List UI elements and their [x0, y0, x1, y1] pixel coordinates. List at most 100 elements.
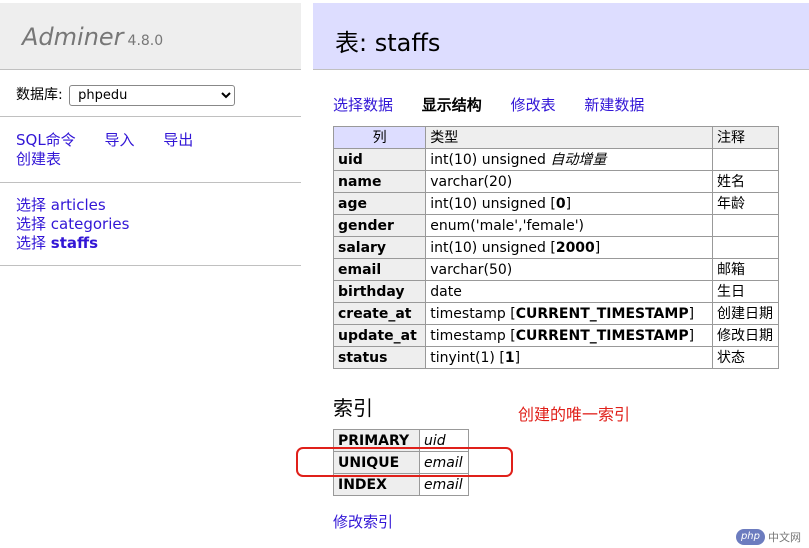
column-type-text: date [430, 283, 462, 300]
tables-list: 选择 articles 选择 categories 选择 staffs [16, 196, 129, 253]
database-select[interactable]: phpedu [69, 84, 236, 106]
column-comment: 姓名 [712, 170, 779, 193]
column-type: int(10) unsigned 自动增量 [425, 148, 713, 171]
app-version: 4.8.0 [127, 33, 164, 49]
alter-indexes-link[interactable]: 修改索引 [333, 511, 393, 532]
column-comment: 生日 [712, 280, 779, 303]
app-header: Adminer 4.8.0 [0, 3, 301, 70]
column-name: gender [332, 214, 427, 237]
column-comment [712, 236, 779, 259]
export-link[interactable]: 导出 [163, 131, 193, 149]
column-type-text: varchar(20) [430, 173, 513, 190]
column-comment: 修改日期 [712, 324, 779, 347]
divider [0, 116, 301, 117]
divider [0, 265, 301, 266]
watermark-text: 中文网 [768, 531, 801, 544]
column-type-text: enum('male','female') [430, 217, 585, 234]
divider [0, 182, 301, 183]
structure-table: 列 类型 注释 uid int(10) unsigned 自动增量 name varc… [332, 126, 779, 369]
column-name: create_at [332, 302, 427, 325]
indexes-heading: 索引 [333, 396, 373, 420]
table-actions: 选择数据 显示结构 修改表 新建数据 [333, 94, 668, 115]
column-type-text: tinyint(1) [430, 349, 495, 366]
table-header-row: 列 类型 注释 [332, 126, 779, 149]
column-type: varchar(50) [425, 258, 713, 281]
content-header: 表: staffs [313, 3, 809, 70]
column-type-text: timestamp [430, 305, 506, 322]
page-title: 表: staffs [335, 29, 441, 57]
new-item-link[interactable]: 新建数据 [584, 96, 644, 114]
column-type-text: int(10) unsigned [430, 151, 546, 168]
database-label: 数据库: [16, 87, 63, 103]
column-name: update_at [332, 324, 427, 347]
table-row: status tinyint(1) [1] 状态 [332, 346, 779, 369]
table-row: age int(10) unsigned [0] 年龄 [332, 192, 779, 215]
table-row: birthday date 生日 [332, 280, 779, 303]
select-staffs-link[interactable]: 选择 [16, 234, 46, 252]
table-row: salary int(10) unsigned [2000] [332, 236, 779, 259]
table-nav-item: 选择 staffs [16, 234, 129, 253]
column-name: salary [332, 236, 427, 259]
table-row: update_at timestamp [CURRENT_TIMESTAMP] 修改… [332, 324, 779, 347]
table-staffs-link[interactable]: staffs [51, 234, 98, 252]
show-structure-link[interactable]: 显示结构 [422, 96, 482, 114]
column-type: tinyint(1) [1] [425, 346, 713, 369]
column-name: name [332, 170, 427, 193]
table-nav-item: 选择 articles [16, 196, 129, 215]
column-comment: 年龄 [712, 192, 779, 215]
select-categories-link[interactable]: 选择 [16, 215, 46, 233]
unique-index-annotation: 创建的唯一索引 [518, 405, 631, 424]
column-default: 0 [555, 195, 566, 212]
select-articles-link[interactable]: 选择 [16, 196, 46, 214]
column-default: 2000 [555, 239, 595, 256]
column-type: date [425, 280, 713, 303]
column-comment: 邮箱 [712, 258, 779, 281]
app-name-link[interactable]: Adminer [22, 23, 124, 51]
select-data-link[interactable]: 选择数据 [333, 96, 393, 114]
column-type: int(10) unsigned [2000] [425, 236, 713, 259]
table-staffs-label: staffs [50, 234, 99, 252]
column-header: 列 [332, 126, 427, 149]
table-nav-item: 选择 categories [16, 215, 129, 234]
column-type: int(10) unsigned [0] [425, 192, 713, 215]
column-comment [712, 148, 779, 171]
column-comment [712, 214, 779, 237]
column-comment: 状态 [712, 346, 779, 369]
table-row: name varchar(20) 姓名 [332, 170, 779, 193]
column-type-text: varchar(50) [430, 261, 513, 278]
column-type: timestamp [CURRENT_TIMESTAMP] [425, 302, 713, 325]
column-type: varchar(20) [425, 170, 713, 193]
column-type-text: int(10) unsigned [430, 195, 546, 212]
sql-command-link[interactable]: SQL命令 [16, 131, 76, 149]
php-logo: php [735, 529, 765, 545]
column-name: status [332, 346, 427, 369]
column-type: timestamp [CURRENT_TIMESTAMP] [425, 324, 713, 347]
watermark: php 中文网 [735, 528, 801, 546]
column-default: CURRENT_TIMESTAMP [515, 327, 689, 344]
column-name: age [332, 192, 427, 215]
import-link[interactable]: 导入 [104, 131, 134, 149]
create-table-link[interactable]: 创建表 [16, 150, 61, 168]
column-name: email [332, 258, 427, 281]
column-type-text: timestamp [430, 327, 506, 344]
table-articles-link[interactable]: articles [51, 196, 106, 214]
comment-header: 注释 [712, 126, 779, 149]
db-actions: SQL命令 导入 导出 创建表 [16, 131, 217, 169]
table-row: uid int(10) unsigned 自动增量 [332, 148, 779, 171]
alter-table-link[interactable]: 修改表 [511, 96, 556, 114]
column-name: uid [332, 148, 427, 171]
column-name: birthday [332, 280, 427, 303]
column-default: 1 [504, 349, 515, 366]
unique-index-highlight [296, 447, 513, 477]
column-default: CURRENT_TIMESTAMP [515, 305, 689, 322]
column-type: enum('male','female') [425, 214, 713, 237]
column-comment: 创建日期 [712, 302, 779, 325]
table-categories-link[interactable]: categories [51, 215, 130, 233]
table-row: gender enum('male','female') [332, 214, 779, 237]
column-extra: 自动增量 [550, 151, 607, 168]
database-selector: 数据库: phpedu [16, 84, 236, 106]
table-row: email varchar(50) 邮箱 [332, 258, 779, 281]
type-header: 类型 [425, 126, 713, 149]
column-type-text: int(10) unsigned [430, 239, 546, 256]
table-row: create_at timestamp [CURRENT_TIMESTAMP] 创建… [332, 302, 779, 325]
